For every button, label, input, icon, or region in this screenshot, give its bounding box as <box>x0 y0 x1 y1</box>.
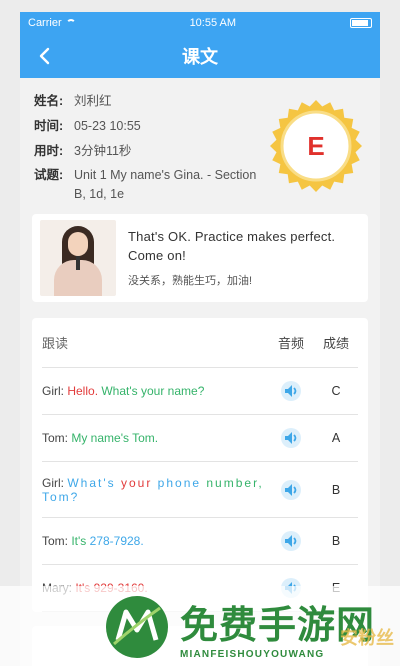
header-audio: 音频 <box>277 336 304 351</box>
topic-label: 试题: <box>34 168 64 183</box>
audio-cell <box>268 380 314 402</box>
word-segment: Hello. <box>67 384 102 398</box>
speaker-label: Girl: <box>42 384 68 398</box>
feedback-text: That's OK. Practice makes perfect. Come … <box>128 228 360 288</box>
status-left: Carrier <box>28 17 76 29</box>
chevron-left-icon <box>39 47 50 65</box>
feedback-card: That's OK. Practice makes perfect. Come … <box>32 214 368 302</box>
word-segment: What's <box>67 475 121 490</box>
word-segment: Tom? <box>42 489 80 504</box>
watermark-tag: 安粉丝 <box>340 628 394 648</box>
speaker-icon[interactable] <box>280 530 302 552</box>
word-segment: My name's Tom. <box>71 431 159 445</box>
sentence-text: Tom: It's 278-7928. <box>42 534 268 548</box>
grade-letter: E <box>307 130 325 161</box>
name-value: 刘利红 <box>74 94 112 108</box>
page-title: 课文 <box>182 47 218 67</box>
wifi-icon <box>65 19 76 27</box>
table-row: Girl: Hello. What's your name? C <box>42 368 358 415</box>
table-row: Girl: What's your phone number, Tom? B <box>42 462 358 518</box>
audio-cell <box>268 427 314 449</box>
table-row: Tom: My name's Tom. A <box>42 415 358 462</box>
speaker-icon[interactable] <box>280 427 302 449</box>
header-score: 成绩 <box>322 336 349 351</box>
watermark: 免费手游网 MIANFEISHOUYOUWANG 安粉丝 <box>0 586 400 666</box>
grade-badge: E <box>268 98 364 194</box>
word-segment: phone <box>157 475 207 490</box>
topic-value: Unit 1 My name's Gina. - Section B, 1d, … <box>74 168 257 201</box>
sentence-text: Girl: Hello. What's your name? <box>42 384 268 398</box>
score-value: B <box>331 482 341 497</box>
time-value: 05-23 10:55 <box>74 118 141 133</box>
sentence-text: Tom: My name's Tom. <box>42 431 268 445</box>
word-segment: your <box>120 475 158 490</box>
word-segment: It's <box>71 534 90 548</box>
name-label: 姓名: <box>34 94 64 108</box>
score-value: C <box>331 384 341 398</box>
word-segment: number, <box>206 475 264 490</box>
teacher-avatar <box>40 220 116 296</box>
result-info: 姓名: 刘利红 时间: 05-23 10:55 用时: 3分钟11秒 试题: U… <box>20 78 380 210</box>
nav-bar: 课文 <box>20 34 380 78</box>
watermark-en: MIANFEISHOUYOUWANG <box>180 649 325 660</box>
word-segment: What's your name? <box>101 384 205 398</box>
time-label: 时间: <box>34 118 64 133</box>
reading-table: 跟读 音频 成绩 Girl: Hello. What's your name? … <box>32 318 368 612</box>
feedback-english: That's OK. Practice makes perfect. Come … <box>128 229 336 263</box>
word-segment: 278-7928. <box>89 534 144 548</box>
battery-icon <box>349 18 372 28</box>
status-bar: Carrier 10:55 AM <box>20 12 380 34</box>
score-value: B <box>331 534 341 548</box>
site-logo-icon <box>106 596 168 658</box>
score-value: A <box>331 431 341 445</box>
feedback-chinese: 没关系，熟能生巧，加油! <box>128 274 253 287</box>
table-rows: Girl: Hello. What's your name? C Tom: My … <box>42 368 358 612</box>
table-header: 跟读 音频 成绩 <box>42 318 358 368</box>
audio-cell <box>268 479 314 501</box>
speaker-label: Tom: <box>42 534 72 548</box>
speaker-icon[interactable] <box>280 479 302 501</box>
sentence-text: Girl: What's your phone number, Tom? <box>42 476 268 504</box>
status-time: 10:55 AM <box>189 17 237 29</box>
carrier-label: Carrier <box>28 17 62 29</box>
table-row: Tom: It's 278-7928. B <box>42 518 358 565</box>
speaker-icon[interactable] <box>280 380 302 402</box>
phone-screen: Carrier 10:55 AM 课文 姓名: 刘利红 时间: 05-23 10… <box>20 12 380 666</box>
speaker-label: Girl: <box>42 475 68 490</box>
speaker-label: Tom: <box>42 431 72 445</box>
back-button[interactable] <box>30 42 58 70</box>
duration-label: 用时: <box>34 143 64 158</box>
header-follow-read: 跟读 <box>42 336 69 351</box>
duration-value: 3分钟11秒 <box>74 143 132 158</box>
audio-cell <box>268 530 314 552</box>
